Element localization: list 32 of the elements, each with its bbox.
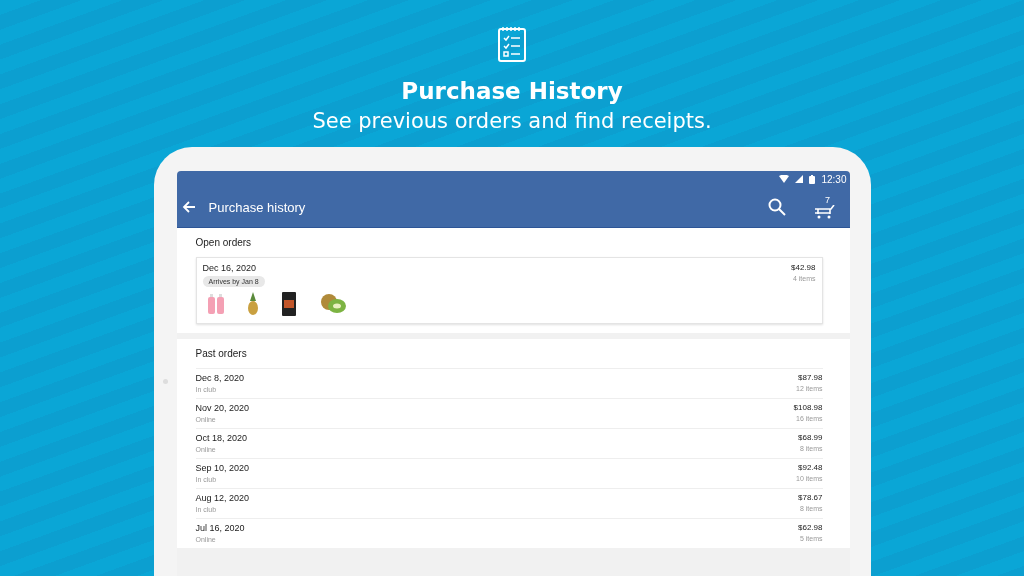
order-total: $68.99 [798,433,823,442]
juice-bottles-drawing [206,293,225,315]
promo-title: Purchase History [401,77,623,105]
checklist-icon [497,25,527,63]
order-date: Dec 16, 2020 [202,263,257,273]
order-date: Jul 16, 2020 [195,523,245,533]
battery-icon [809,174,816,184]
order-date: Dec 8, 2020 [195,373,245,383]
pineapple-drawing [246,292,259,316]
order-date: Sep 10, 2020 [195,463,250,473]
cart-icon[interactable] [813,204,836,219]
status-time: 12:30 [821,173,847,185]
promo-subtitle: See previous orders and find receipts. [312,108,712,135]
order-total: $62.98 [798,523,823,532]
signal-icon [795,175,804,183]
chips-bag-drawing [280,292,297,316]
section-heading: Past orders [195,347,248,361]
order-total: $78.67 [798,493,823,502]
search-icon[interactable] [767,198,786,216]
order-total: $87.98 [798,373,823,382]
app-bar-title: Purchase history [208,199,307,215]
order-total: $42.98 [791,263,816,272]
back-arrow-icon[interactable] [181,201,196,213]
cart-count: 7 [825,195,830,205]
order-date: Aug 12, 2020 [195,493,250,503]
order-date: Oct 18, 2020 [195,433,248,443]
kiwi-drawing [318,293,347,315]
wifi-icon [779,175,790,183]
order-date: Nov 20, 2020 [195,403,250,413]
order-total: $92.48 [798,463,823,472]
section-heading: Open orders [195,236,253,250]
order-total: $108.98 [793,403,823,412]
